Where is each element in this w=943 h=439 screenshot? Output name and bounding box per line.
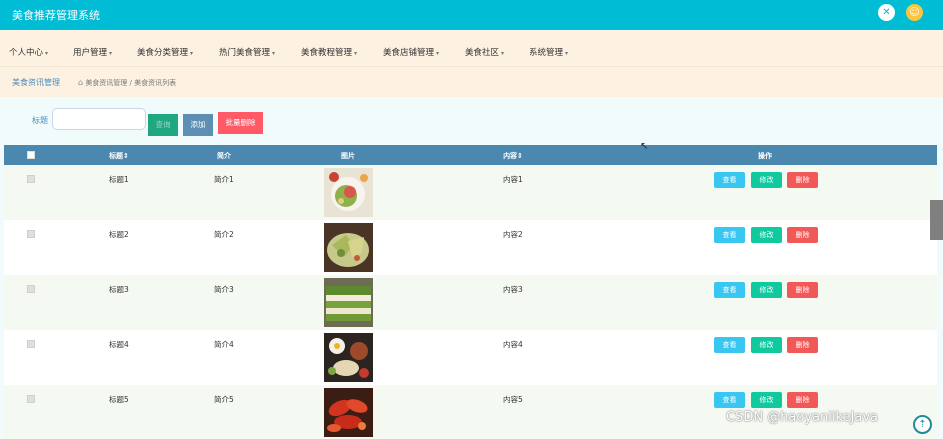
app-title: 美食推荐管理系统 <box>12 9 100 22</box>
table-row: 标题4 简介4 内容4 查看 修改 删除 <box>4 330 937 385</box>
column-header-title[interactable]: 标题⇕ <box>109 151 129 161</box>
cell-content: 内容1 <box>503 175 523 184</box>
breadcrumb: ⌂ 美食资讯管理 / 美食资讯列表 <box>78 78 176 88</box>
user-avatar-icon[interactable]: ☺ <box>906 4 923 21</box>
cell-intro: 简介3 <box>214 285 234 294</box>
food-image-crayfish <box>324 388 373 437</box>
main-nav-bar: 个人中心 ▾ 用户管理 ▾ 美食分类管理 ▾ 热门美食管理 ▾ 美食教程管理 ▾ 美食店铺… <box>0 30 943 66</box>
chevron-down-icon: ▾ <box>272 50 276 57</box>
main-content: 标题 查询 添加 批量删除 标题⇕ 简介 图片 内容⇕ 操作 标题1 简介1 内… <box>0 97 943 439</box>
page-title: 美食资讯管理 <box>12 78 60 87</box>
back-to-top-icon[interactable]: ⇡ <box>913 415 932 434</box>
chevron-down-icon: ▾ <box>45 50 49 57</box>
edit-button[interactable]: 修改 <box>751 282 782 298</box>
watermark: CSDN @haoyanlikeJava <box>726 410 879 425</box>
chevron-down-icon: ▾ <box>436 50 440 57</box>
table-row: 标题3 简介3 内容3 查看 修改 删除 <box>4 275 937 330</box>
food-image-platter <box>324 333 373 382</box>
chevron-down-icon: ▾ <box>501 50 505 57</box>
delete-button[interactable]: 删除 <box>787 392 818 408</box>
cell-intro: 简介1 <box>214 175 234 184</box>
search-title-label: 标题 <box>32 116 48 125</box>
nav-item-food-community[interactable]: 美食社区 ▾ <box>465 46 504 58</box>
view-button[interactable]: 查看 <box>714 337 745 353</box>
nav-item-food-tutorial[interactable]: 美食教程管理 ▾ <box>301 46 357 58</box>
view-button[interactable]: 查看 <box>714 392 745 408</box>
select-all-checkbox[interactable] <box>27 151 35 159</box>
cell-content: 内容5 <box>503 395 523 404</box>
edit-button[interactable]: 修改 <box>751 392 782 408</box>
search-title-input[interactable] <box>52 108 146 130</box>
view-button[interactable]: 查看 <box>714 227 745 243</box>
row-checkbox[interactable] <box>27 395 35 403</box>
view-button[interactable]: 查看 <box>714 172 745 188</box>
cell-title: 标题3 <box>109 285 129 294</box>
nav-item-personal-center[interactable]: 个人中心 ▾ <box>9 46 48 58</box>
column-header-intro: 简介 <box>217 152 231 160</box>
cell-intro: 简介4 <box>214 340 234 349</box>
breadcrumb-path: 美食资讯管理 / 美食资讯列表 <box>85 79 177 87</box>
cell-intro: 简介2 <box>214 230 234 239</box>
cell-intro: 简介5 <box>214 395 234 404</box>
cell-title: 标题2 <box>109 230 129 239</box>
breadcrumb-bar: 美食资讯管理 ⌂ 美食资讯管理 / 美食资讯列表 <box>0 66 943 97</box>
nav-item-food-category[interactable]: 美食分类管理 ▾ <box>137 46 193 58</box>
cell-title: 标题4 <box>109 340 129 349</box>
chevron-down-icon: ▾ <box>109 50 113 57</box>
edit-button[interactable]: 修改 <box>751 337 782 353</box>
row-checkbox[interactable] <box>27 340 35 348</box>
cell-title: 标题5 <box>109 395 129 404</box>
column-header-actions: 操作 <box>758 152 772 160</box>
chevron-down-icon: ▾ <box>190 50 194 57</box>
chevron-down-icon: ▾ <box>565 50 569 57</box>
cell-content: 内容4 <box>503 340 523 349</box>
nav-item-user-management[interactable]: 用户管理 ▾ <box>73 46 112 58</box>
mouse-cursor-icon: ↖ <box>640 141 649 152</box>
scrollbar-thumb[interactable] <box>930 200 943 240</box>
row-checkbox[interactable] <box>27 230 35 238</box>
delete-button[interactable]: 删除 <box>787 227 818 243</box>
table-row: 标题1 简介1 内容1 查看 修改 删除 <box>4 165 937 220</box>
add-button[interactable]: 添加 <box>183 114 213 136</box>
row-checkbox[interactable] <box>27 285 35 293</box>
food-news-table: 标题⇕ 简介 图片 内容⇕ 操作 标题1 简介1 内容1 查看 修改 删除 标题… <box>4 145 937 439</box>
cell-content: 内容3 <box>503 285 523 294</box>
edit-button[interactable]: 修改 <box>751 227 782 243</box>
row-checkbox[interactable] <box>27 175 35 183</box>
fullscreen-icon[interactable]: ✕ <box>878 4 895 21</box>
cell-title: 标题1 <box>109 175 129 184</box>
view-button[interactable]: 查看 <box>714 282 745 298</box>
query-button[interactable]: 查询 <box>148 114 178 136</box>
delete-button[interactable]: 删除 <box>787 172 818 188</box>
food-image-matcha-cake <box>324 278 373 327</box>
home-icon[interactable]: ⌂ <box>78 78 83 87</box>
nav-item-system-management[interactable]: 系统管理 ▾ <box>529 46 568 58</box>
nav-item-popular-food[interactable]: 热门美食管理 ▾ <box>219 46 275 58</box>
nav-item-food-store[interactable]: 美食店铺管理 ▾ <box>383 46 439 58</box>
top-header-bar: 美食推荐管理系统 ✕ ☺ <box>0 0 943 30</box>
delete-button[interactable]: 删除 <box>787 337 818 353</box>
table-row: 标题2 简介2 内容2 查看 修改 删除 <box>4 220 937 275</box>
delete-button[interactable]: 删除 <box>787 282 818 298</box>
food-image-salad-plate <box>324 168 373 217</box>
cell-content: 内容2 <box>503 230 523 239</box>
batch-delete-button[interactable]: 批量删除 <box>218 112 263 134</box>
edit-button[interactable]: 修改 <box>751 172 782 188</box>
column-header-image: 图片 <box>341 152 355 160</box>
table-header: 标题⇕ 简介 图片 内容⇕ 操作 <box>4 145 937 165</box>
chevron-down-icon: ▾ <box>354 50 358 57</box>
food-image-greens <box>324 223 373 272</box>
column-header-content[interactable]: 内容⇕ <box>503 151 523 161</box>
